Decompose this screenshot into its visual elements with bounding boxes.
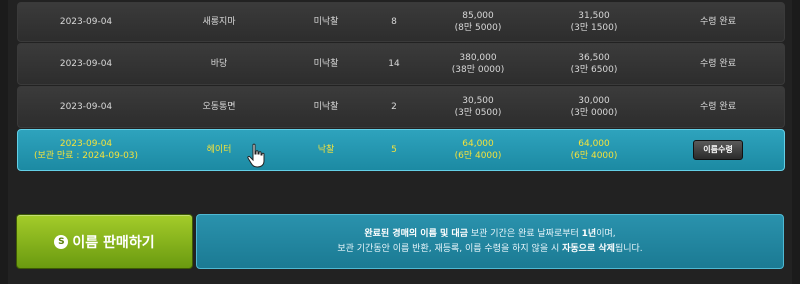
price-sub-text: (6만 4000) (454, 151, 502, 161)
storage-expiry-text: (보관 만료 : 2024-09-03) (33, 151, 139, 161)
sell-name-button[interactable]: S 이름 판매하기 (16, 214, 193, 269)
state-cell: 낙찰 (284, 130, 368, 170)
price-cell: 30,500 (3만 0500) (420, 87, 536, 127)
date-text: 2023-09-04 (59, 59, 113, 69)
price-sub-text: (38만 0000) (451, 65, 505, 75)
name-cell: 오동통면 (154, 87, 284, 127)
count-text: 8 (391, 17, 397, 27)
state-text: 낙찰 (317, 145, 335, 155)
count-text: 2 (391, 102, 397, 112)
date-text: 2023-09-04 (59, 102, 113, 112)
sale-sub-text: (3만 0000) (570, 108, 618, 118)
status-cell: 이름수령 (652, 130, 784, 170)
notice-text: 이며, (596, 228, 616, 239)
table-row: 2023-09-04 오동통면 미낙찰 2 30,500 (3만 0500) 30… (17, 86, 785, 128)
price-sub-text: (8만 5000) (454, 23, 502, 33)
notice-line-2: 보관 기간동안 이름 반환, 재등록, 이름 수령을 하지 않을 시 자동으로 … (337, 242, 642, 257)
notice-text: 보관 기간동안 이름 반환, 재등록, 이름 수령을 하지 않을 시 (337, 243, 563, 254)
table-row-selected[interactable]: 2023-09-04 (보관 만료 : 2024-09-03) 헤이터 낙찰 5 … (17, 129, 785, 171)
date-cell: 2023-09-04 (18, 3, 154, 41)
price-cell: 64,000 (6만 4000) (420, 130, 536, 170)
name-cell: 바당 (154, 44, 284, 84)
status-cell: 수령 완료 (652, 3, 784, 41)
date-cell: 2023-09-04 (18, 44, 154, 84)
status-text: 수령 완료 (700, 102, 736, 112)
notice-text: 보관 기간은 완료 날짜로부터 (467, 228, 582, 239)
sale-text: 31,500 (578, 11, 610, 21)
price-cell: 85,000 (8만 5000) (420, 3, 536, 41)
sale-sub-text: (3만 1500) (570, 23, 618, 33)
price-text: 85,000 (462, 11, 494, 21)
notice-emphasis: 완료된 경매의 이름 및 대금 (364, 228, 468, 239)
state-text: 미낙찰 (313, 59, 339, 69)
status-cell: 수령 완료 (652, 87, 784, 127)
notice-text: 됩니다. (614, 243, 643, 254)
table-row: 2023-09-04 바당 미낙찰 14 380,000 (38만 0000) 3… (17, 43, 785, 85)
count-cell: 5 (368, 130, 420, 170)
sale-cell: 31,500 (3만 1500) (536, 3, 652, 41)
sale-text: 64,000 (578, 139, 610, 149)
count-cell: 8 (368, 3, 420, 41)
sale-cell: 30,000 (3만 0000) (536, 87, 652, 127)
price-cell: 380,000 (38만 0000) (420, 44, 536, 84)
state-cell: 미낙찰 (284, 3, 368, 41)
table-row: 2023-09-04 새롱지마 미낙찰 8 85,000 (8만 5000) 31… (17, 2, 785, 42)
name-text: 헤이터 (206, 145, 232, 155)
state-text: 미낙찰 (313, 102, 339, 112)
price-text: 380,000 (459, 53, 497, 63)
coin-icon: S (54, 234, 69, 249)
date-text: 2023-09-04 (59, 139, 113, 149)
hand-pointer-icon (247, 143, 265, 168)
date-cell: 2023-09-04 (18, 87, 154, 127)
notice-emphasis: 자동으로 삭제 (562, 243, 615, 254)
sale-sub-text: (3만 6500) (570, 65, 618, 75)
sale-text: 30,000 (578, 96, 610, 106)
state-cell: 미낙찰 (284, 44, 368, 84)
name-text: 바당 (210, 59, 228, 69)
date-cell: 2023-09-04 (보관 만료 : 2024-09-03) (18, 130, 154, 170)
notice-line-1: 완료된 경매의 이름 및 대금 보관 기간은 완료 날짜로부터 1년이며, (364, 227, 615, 242)
sale-text: 36,500 (578, 53, 610, 63)
count-text: 5 (391, 145, 397, 155)
price-sub-text: (3만 0500) (454, 108, 502, 118)
status-text: 수령 완료 (700, 17, 736, 27)
notice-emphasis: 1년 (581, 228, 597, 239)
state-cell: 미낙찰 (284, 87, 368, 127)
count-text: 14 (388, 59, 400, 69)
sale-cell: 64,000 (6만 4000) (536, 130, 652, 170)
date-text: 2023-09-04 (59, 17, 113, 27)
sale-cell: 36,500 (3만 6500) (536, 44, 652, 84)
price-text: 64,000 (462, 139, 494, 149)
state-text: 미낙찰 (313, 17, 339, 27)
status-cell: 수령 완료 (652, 44, 784, 84)
sell-name-label: 이름 판매하기 (72, 234, 155, 251)
name-text: 새롱지마 (202, 17, 236, 27)
receive-name-button[interactable]: 이름수령 (693, 140, 743, 160)
storage-notice: 완료된 경매의 이름 및 대금 보관 기간은 완료 날짜로부터 1년이며, 보관… (196, 214, 784, 269)
price-text: 30,500 (462, 96, 494, 106)
count-cell: 2 (368, 87, 420, 127)
name-cell: 새롱지마 (154, 3, 284, 41)
name-text: 오동통면 (202, 102, 236, 112)
count-cell: 14 (368, 44, 420, 84)
sale-sub-text: (6만 4000) (570, 151, 618, 161)
status-text: 수령 완료 (700, 59, 736, 69)
